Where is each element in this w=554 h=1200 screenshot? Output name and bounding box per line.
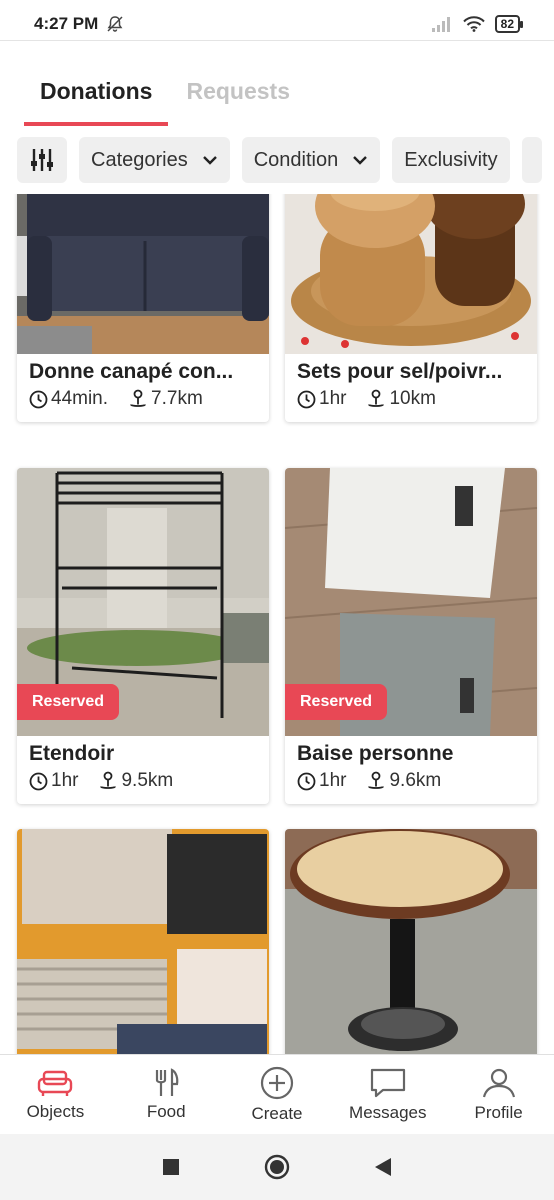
listing-card[interactable] — [285, 829, 537, 1054]
listing-distance: 7.7km — [151, 388, 203, 409]
bottom-nav: Objects Food Create Messages Profile — [0, 1054, 554, 1134]
reserved-badge: Reserved — [285, 684, 388, 720]
condition-filter[interactable]: Condition — [241, 137, 381, 183]
home-icon[interactable] — [264, 1154, 290, 1180]
listing-photo — [285, 194, 537, 354]
back-icon[interactable] — [374, 1157, 392, 1177]
exclusivity-filter[interactable]: Exclusivity — [392, 137, 510, 183]
listing-card[interactable]: Reserved Etendoir 1hr 9.5km — [17, 468, 269, 804]
nav-objects[interactable]: Objects — [0, 1068, 110, 1122]
reserved-badge: Reserved — [17, 684, 120, 720]
categories-filter[interactable]: Categories — [79, 137, 230, 183]
clock-icon — [297, 772, 316, 790]
listings-grid: Donne canapé con... 44min. 7.7km Sets po… — [0, 194, 554, 1054]
listing-photo — [285, 829, 537, 1054]
listing-time: 1hr — [319, 770, 347, 791]
battery-indicator: 82 — [494, 15, 524, 33]
person-icon — [482, 1068, 515, 1097]
nav-food[interactable]: Food — [111, 1067, 221, 1122]
exclusivity-filter-label: Exclusivity — [404, 148, 498, 171]
listing-distance: 9.5km — [121, 770, 174, 791]
listing-time: 44min. — [51, 388, 109, 409]
nav-food-label: Food — [146, 1101, 186, 1121]
categories-filter-label: Categories — [91, 148, 188, 171]
nav-profile-label: Profile — [474, 1102, 523, 1122]
tab-requests[interactable]: Requests — [168, 64, 306, 126]
listing-card[interactable]: Donne canapé con... 44min. 7.7km — [17, 194, 269, 422]
listing-photo — [17, 194, 269, 354]
signal-icon — [431, 17, 450, 32]
condition-filter-label: Condition — [253, 148, 339, 171]
more-filter[interactable] — [521, 137, 542, 183]
listing-photo: Reserved — [285, 468, 537, 736]
nav-messages-label: Messages — [349, 1102, 427, 1122]
listing-photo — [17, 829, 269, 1054]
listing-title: Donne canapé con... — [29, 360, 234, 383]
filter-bar: Categories Condition Exclusivity — [17, 137, 554, 183]
wifi-icon — [462, 16, 485, 32]
listing-card[interactable]: Reserved Baise personne 1hr 9.6km — [285, 468, 537, 804]
location-icon — [130, 389, 146, 407]
recents-icon[interactable] — [162, 1158, 180, 1176]
clock-icon — [29, 390, 48, 408]
listing-meta: 1hr 9.6km — [285, 766, 537, 804]
listing-meta: 1hr 10km — [285, 384, 537, 422]
sliders-icon — [31, 149, 53, 171]
clock-icon — [297, 390, 316, 408]
clock-icon — [29, 772, 48, 790]
nav-objects-label: Objects — [26, 1101, 85, 1121]
nav-create[interactable]: Create — [222, 1066, 332, 1124]
bell-off-icon — [107, 16, 123, 32]
tab-donations[interactable]: Donations — [24, 64, 169, 126]
listing-card[interactable] — [17, 829, 269, 1054]
sofa-icon — [38, 1070, 73, 1096]
listing-photo: Reserved — [17, 468, 269, 736]
fork-knife-icon — [156, 1067, 179, 1096]
listing-card[interactable]: Sets pour sel/poivr... 1hr 10km — [285, 194, 537, 422]
location-icon — [368, 389, 385, 407]
chevron-down-icon — [353, 156, 368, 165]
listing-title: Baise personne — [297, 742, 454, 765]
plus-circle-icon — [260, 1066, 294, 1099]
location-icon — [368, 771, 385, 789]
nav-profile[interactable]: Profile — [444, 1067, 554, 1123]
listing-time: 1hr — [51, 770, 79, 791]
header-divider — [0, 40, 554, 41]
listing-title: Sets pour sel/poivr... — [297, 360, 503, 383]
listing-distance: 9.6km — [389, 770, 442, 791]
system-nav-bar — [0, 1134, 554, 1200]
listing-title: Etendoir — [29, 742, 115, 765]
listing-distance: 10km — [389, 388, 436, 409]
nav-messages[interactable]: Messages — [333, 1067, 443, 1123]
listing-time: 1hr — [319, 388, 347, 409]
chat-bubble-icon — [370, 1068, 405, 1097]
location-icon — [100, 771, 117, 789]
nav-create-label: Create — [251, 1103, 303, 1123]
tab-bar: Donations Requests — [24, 64, 306, 126]
listing-meta: 44min. 7.7km — [17, 384, 269, 422]
filter-settings-button[interactable] — [17, 137, 67, 183]
chevron-down-icon — [202, 156, 217, 165]
listing-meta: 1hr 9.5km — [17, 766, 269, 804]
clock: 4:27 PM — [34, 14, 99, 33]
